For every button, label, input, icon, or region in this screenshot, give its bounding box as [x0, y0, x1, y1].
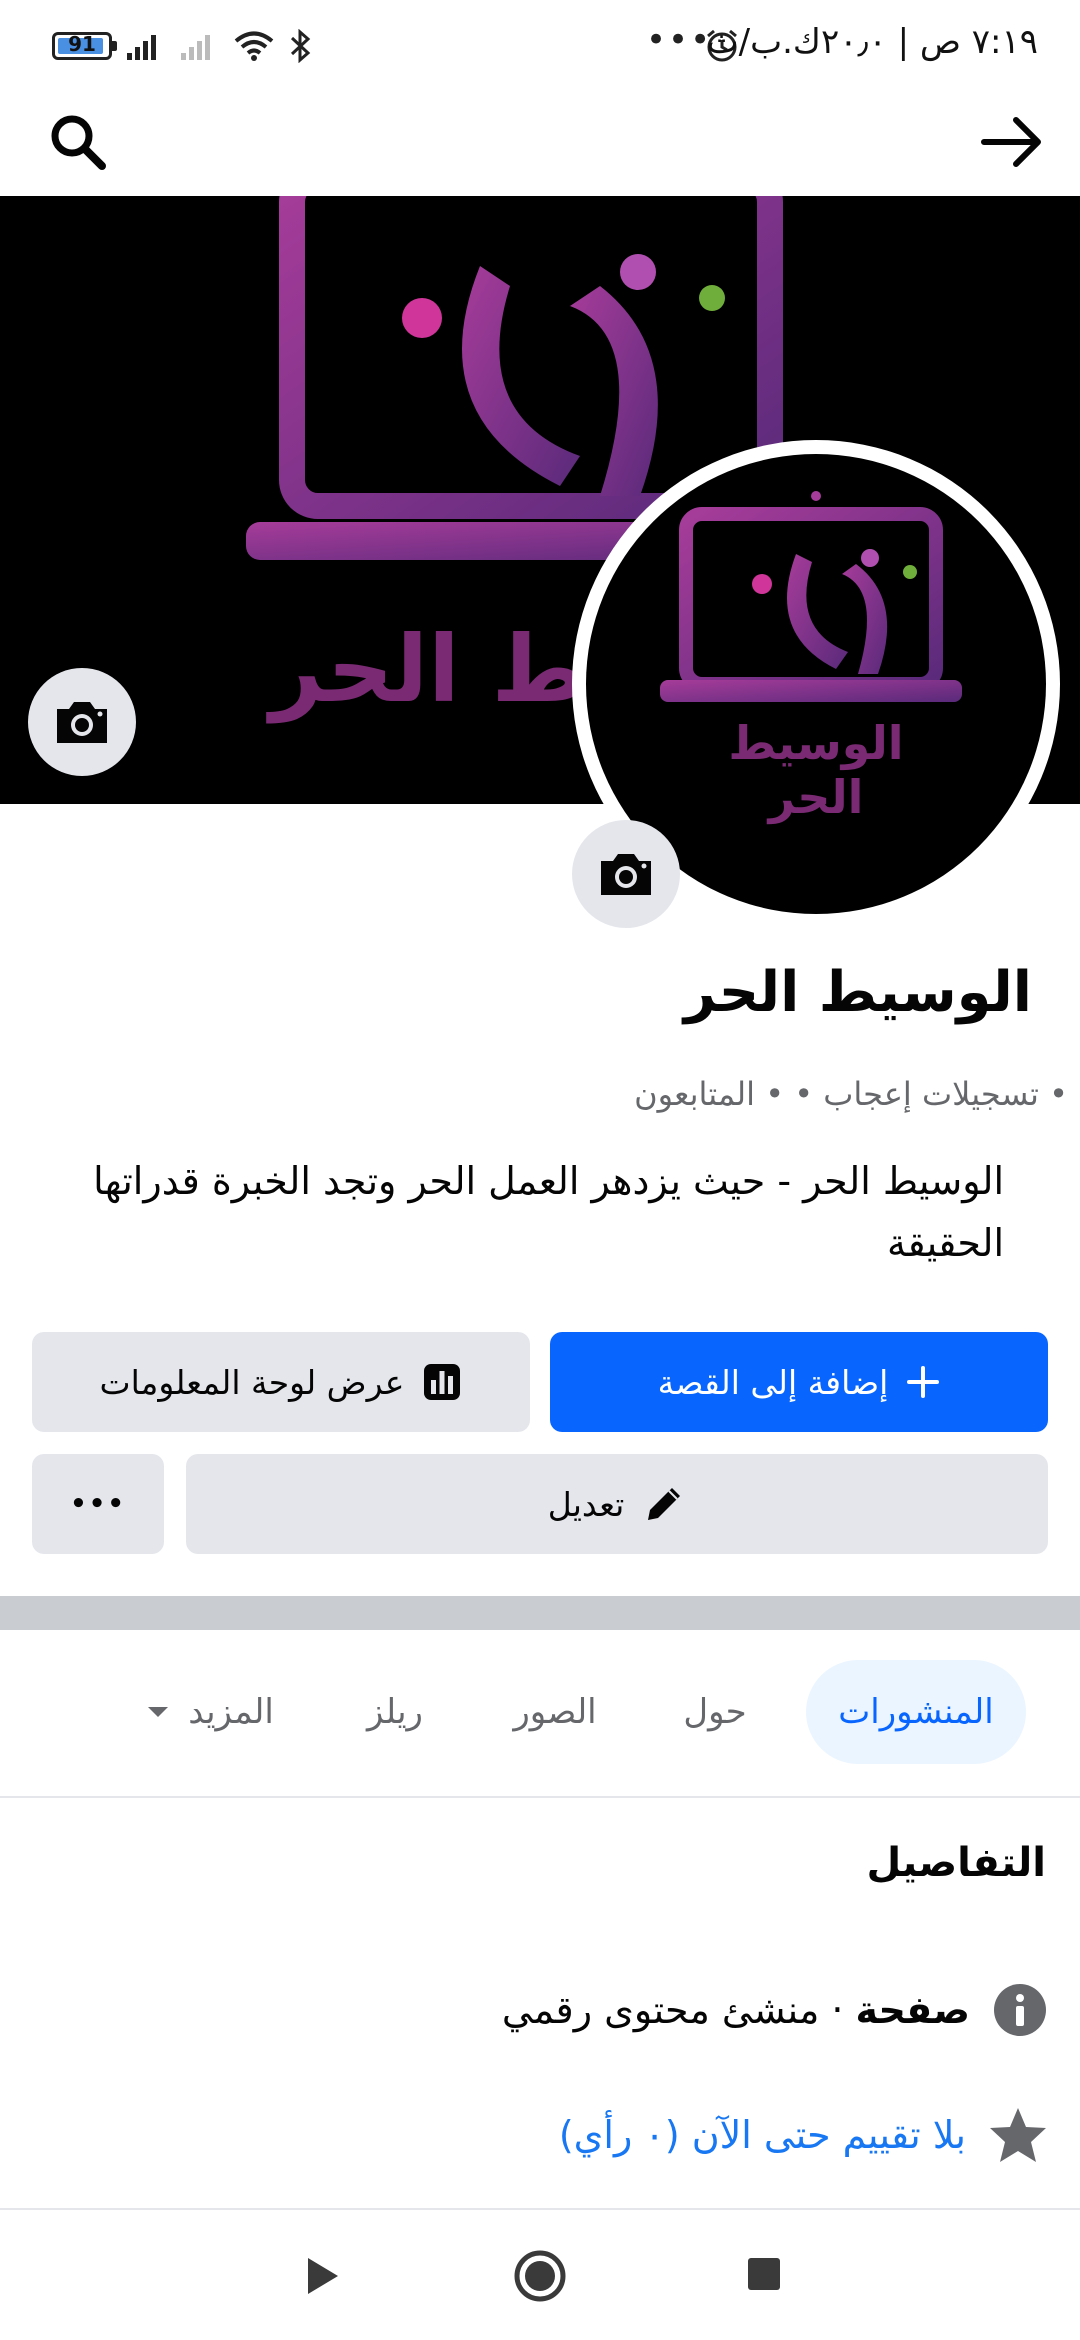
add-to-story-button[interactable]: إضافة إلى القصة — [550, 1332, 1048, 1432]
tab-posts[interactable]: المنشورات — [806, 1660, 1026, 1764]
tab-more-label: المزيد — [188, 1692, 274, 1732]
add-to-story-label: إضافة إلى القصة — [657, 1362, 889, 1402]
rating-text[interactable]: بلا تقييم حتى الآن (٠ رأي) — [559, 2113, 966, 2157]
tab-photos[interactable]: الصور — [490, 1660, 620, 1764]
section-divider — [0, 1596, 1080, 1630]
battery-level: 91 — [68, 32, 96, 56]
detail-category-row: صفحة · منشئ محتوى رقمي — [502, 1975, 1048, 2045]
detail-category-name: · منشئ محتوى رقمي — [501, 1988, 844, 2032]
camera-icon — [57, 702, 107, 743]
view-dashboard-label: عرض لوحة المعلومات — [99, 1362, 405, 1402]
more-options-icon: ••• — [70, 1489, 126, 1519]
signal-weak-icon — [181, 35, 210, 60]
detail-category-type: صفحة — [855, 1988, 970, 2032]
bottom-divider — [0, 2208, 1080, 2210]
battery-icon: 91 — [52, 32, 117, 60]
more-options-button[interactable]: ••• — [32, 1454, 164, 1554]
tab-reels[interactable]: ريلز — [340, 1660, 450, 1764]
status-more-dots: ••• — [646, 20, 713, 60]
arrow-right-icon[interactable] — [980, 112, 1044, 172]
star-icon — [990, 2108, 1046, 2162]
view-dashboard-button[interactable]: عرض لوحة المعلومات — [32, 1332, 530, 1432]
back-nav-icon[interactable] — [302, 2254, 342, 2298]
system-nav-bar — [0, 2212, 1080, 2340]
status-time: ٧:١٩ ص | ٢٠٫٠ك.ب/ث — [706, 22, 1038, 62]
tabs-divider — [0, 1796, 1080, 1798]
status-bar: 91 ••• ٧:١٩ ص | ٢٠٫٠ك.ب/ث — [0, 0, 1080, 90]
plus-icon — [907, 1366, 940, 1398]
bluetooth-icon — [290, 29, 311, 63]
info-icon — [994, 1984, 1046, 2036]
signal-icon — [127, 35, 156, 60]
camera-icon — [601, 854, 651, 895]
pencil-icon — [648, 1488, 681, 1520]
details-title: التفاصيل — [866, 1840, 1046, 1886]
edit-label: تعديل — [547, 1484, 625, 1524]
wifi-icon — [234, 31, 274, 61]
detail-rating-row[interactable]: بلا تقييم حتى الآن (٠ رأي) — [559, 2100, 1048, 2170]
tab-about[interactable]: حول — [660, 1660, 770, 1764]
page-bio: الوسيط الحر - حيث يزدهر العمل الحر وتجد … — [93, 1159, 1004, 1265]
tab-more[interactable]: المزيد — [120, 1660, 300, 1764]
profile-camera-button[interactable] — [572, 820, 680, 928]
profile-logo-text: الوسيط الحر — [728, 716, 904, 824]
page-title: الوسيط الحر — [683, 960, 1032, 1025]
edit-button[interactable]: تعديل — [186, 1454, 1048, 1554]
caret-down-icon — [148, 1707, 169, 1717]
search-icon[interactable] — [46, 110, 110, 174]
page-stats[interactable]: • تسجيلات إعجاب • • المتابعون — [634, 1075, 1068, 1113]
top-bar — [0, 90, 1080, 197]
status-icons: 91 — [52, 24, 314, 68]
recents-nav-icon[interactable] — [746, 2256, 782, 2292]
cover-camera-button[interactable] — [28, 668, 136, 776]
tab-bar: المنشورات حول الصور ريلز المزيد — [0, 1660, 1080, 1764]
home-nav-icon[interactable] — [512, 2248, 568, 2304]
bar-chart-icon — [424, 1364, 461, 1400]
